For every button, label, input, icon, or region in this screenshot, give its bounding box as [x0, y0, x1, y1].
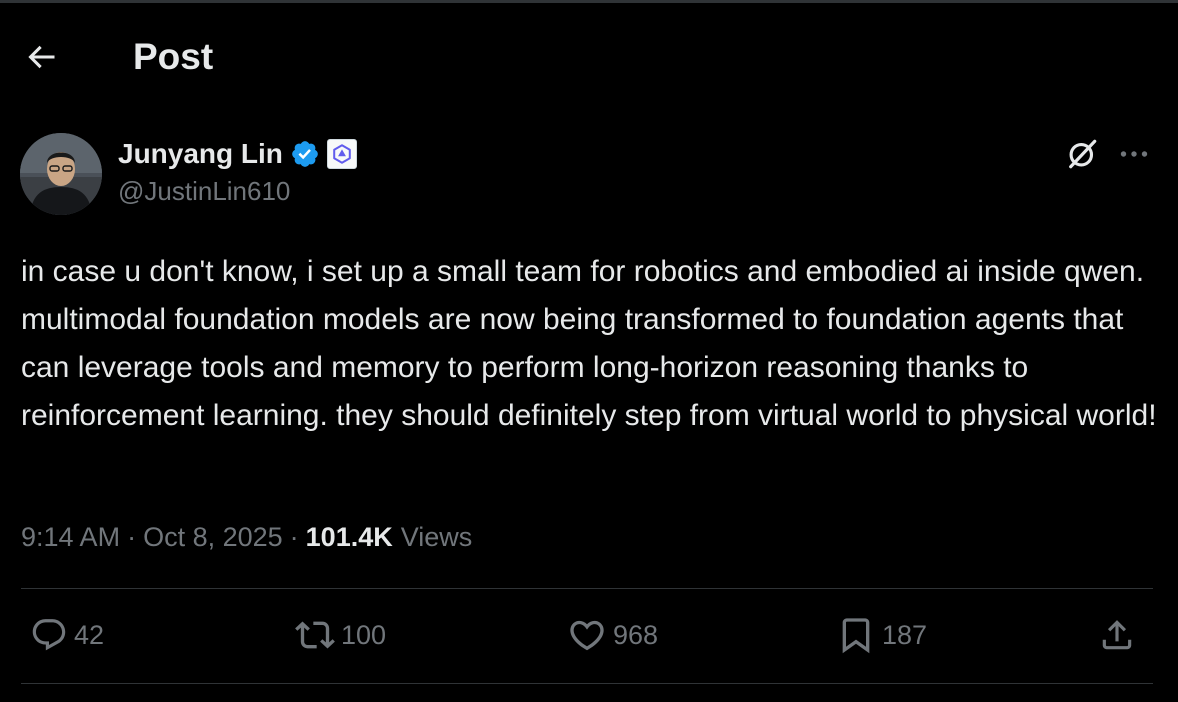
bookmark-count: 187 — [882, 619, 928, 650]
author-handle[interactable]: @JustinLin610 — [118, 176, 290, 207]
like-button[interactable]: 968 — [567, 613, 658, 657]
more-dots-icon — [1120, 151, 1148, 157]
meta-separator: · — [289, 521, 299, 552]
repost-icon — [295, 621, 335, 649]
avatar[interactable] — [20, 133, 102, 215]
author-name-row: Junyang Lin — [118, 135, 357, 173]
bookmark-button[interactable]: 187 — [836, 613, 927, 657]
reply-button[interactable]: 42 — [30, 613, 104, 657]
qwen-logo-icon[interactable] — [326, 139, 357, 169]
divider — [21, 588, 1153, 589]
post-text: in case u don't know, i set up a small t… — [21, 255, 1157, 432]
bookmark-icon — [842, 618, 870, 654]
post-header: Post — [0, 3, 1178, 103]
views-label: Views — [400, 521, 473, 552]
arrow-left-icon — [28, 45, 55, 69]
views-count: 101.4K — [305, 521, 393, 552]
divider — [21, 683, 1153, 684]
verified-badge-icon[interactable] — [289, 138, 321, 170]
post-date[interactable]: Oct 8, 2025 — [143, 522, 283, 553]
repost-button[interactable]: 100 — [295, 613, 386, 657]
share-icon — [1102, 620, 1132, 650]
reply-count: 42 — [74, 619, 105, 650]
meta-separator: · — [127, 521, 137, 552]
back-button[interactable] — [20, 36, 62, 78]
share-button[interactable] — [1098, 613, 1136, 657]
page-title: Post — [133, 36, 214, 77]
reply-icon — [32, 619, 66, 651]
post-time[interactable]: 9:14 AM — [21, 522, 120, 553]
like-count: 968 — [613, 619, 659, 650]
more-button[interactable] — [1112, 134, 1156, 174]
grok-button[interactable] — [1062, 134, 1102, 174]
post-meta: 9:14 AM · Oct 8, 2025 · 101.4K Views — [21, 517, 472, 557]
author-name[interactable]: Junyang Lin — [118, 138, 283, 170]
heart-icon — [570, 620, 604, 651]
repost-count: 100 — [341, 619, 387, 650]
grok-icon — [1069, 139, 1097, 169]
